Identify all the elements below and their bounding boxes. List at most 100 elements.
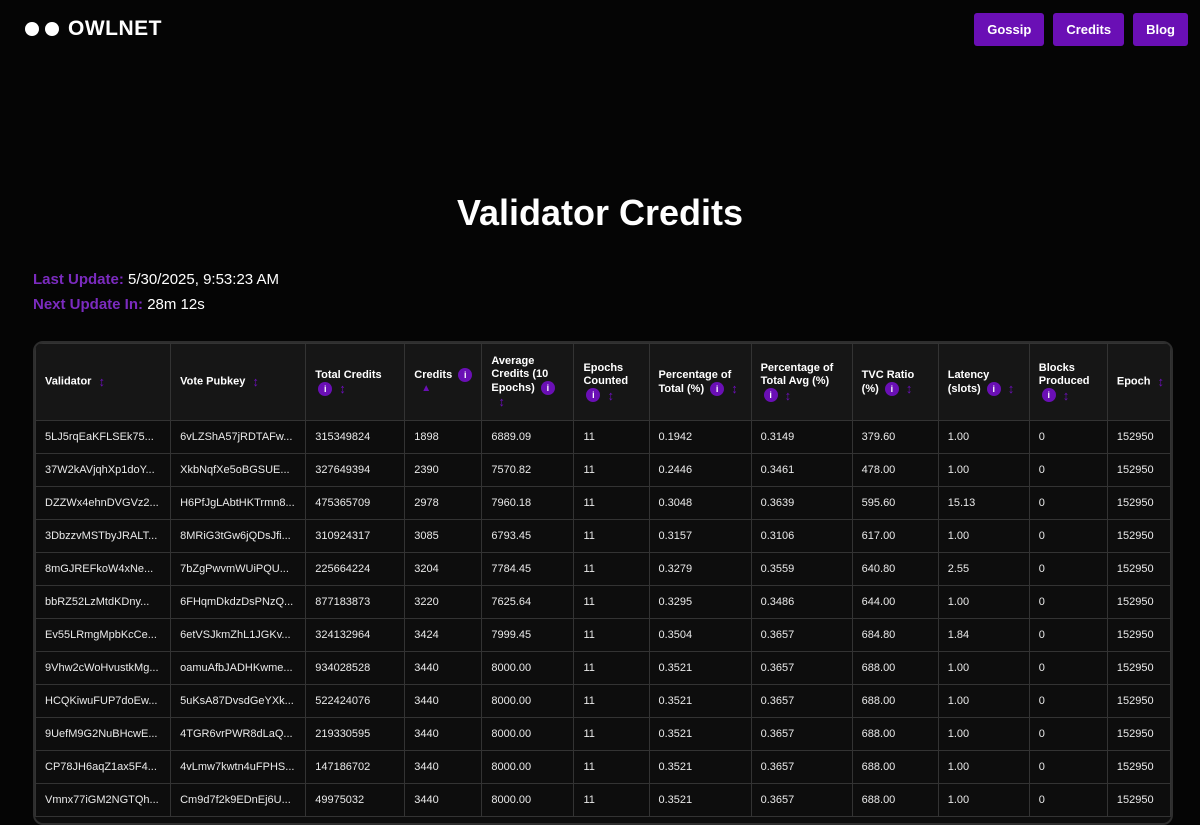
table-cell: 1.00: [937, 684, 1030, 718]
info-icon[interactable]: i: [986, 381, 1001, 396]
table-cell: 0.3157: [648, 519, 752, 553]
table-cell: 152950: [1106, 717, 1171, 751]
table-cell: 327649394: [305, 453, 406, 487]
table-cell: 0.3295: [648, 585, 752, 619]
table-cell: 688.00: [851, 717, 939, 751]
table-cell: 2.55: [937, 552, 1030, 586]
sort-ascending-icon[interactable]: ▲: [421, 383, 431, 394]
table-cell: 0.3521: [648, 684, 752, 718]
credits-table-container[interactable]: Validator ↕ Vote Pubkey ↕ Total Credits i ↕ Cr…: [33, 341, 1173, 825]
sort-icon[interactable]: ↕: [731, 381, 738, 396]
table-row[interactable]: 3DbzzvMSTbyJRALT... 8MRiG3tGw6jQDsJfi... 3…: [35, 519, 1171, 553]
table-cell: 315349824: [305, 420, 406, 454]
table-row[interactable]: 8mGJREFkoW4xNe... 7bZgPwvmWUiPQU... 225664…: [35, 552, 1171, 586]
sort-icon[interactable]: ↕: [906, 381, 913, 396]
sort-icon[interactable]: ↕: [1063, 388, 1070, 403]
table-cell: 6etVSJkmZhL1JGKv...: [170, 618, 307, 652]
table-cell: 5LJ5rqEaKFLSEk75...: [35, 420, 172, 454]
column-header-blocks-produced[interactable]: Blocks Produced i ↕: [1028, 343, 1108, 421]
table-cell: 3424: [404, 618, 483, 652]
column-header-label: Validator: [45, 375, 92, 388]
table-row[interactable]: 37W2kAVjqhXp1doY... XkbNqfXe5oBGSUE... 327…: [35, 453, 1171, 487]
sort-icon[interactable]: ↕: [785, 388, 792, 403]
nav-credits-button[interactable]: Credits: [1053, 13, 1125, 46]
column-header-label: Vote Pubkey: [180, 375, 246, 388]
sort-icon[interactable]: ↕: [1008, 381, 1015, 396]
sort-icon[interactable]: ↕: [98, 374, 105, 389]
last-update: Last Update: 5/30/2025, 9:53:23 AM: [33, 271, 279, 288]
column-header-tvc-ratio[interactable]: TVC Ratio (%) i ↕: [851, 343, 939, 421]
table-cell: 0.3486: [750, 585, 853, 619]
table-cell: 11: [573, 618, 650, 652]
column-header-percentage-of-total-avg[interactable]: Percentage of Total Avg (%) i ↕: [750, 343, 853, 421]
sort-icon[interactable]: ↕: [252, 374, 259, 389]
table-cell: 11: [573, 552, 650, 586]
nav-gossip-button[interactable]: Gossip: [974, 13, 1045, 46]
info-icon[interactable]: i: [1041, 388, 1056, 402]
table-cell: 11: [573, 783, 650, 817]
table-cell: 3440: [404, 783, 483, 817]
logo[interactable]: OWLNET: [25, 17, 162, 41]
table-cell: 49975032: [305, 783, 406, 817]
table-header-row: Validator ↕ Vote Pubkey ↕ Total Credits i ↕ Cr…: [35, 343, 1171, 421]
column-header-vote-pubkey[interactable]: Vote Pubkey ↕: [170, 343, 307, 421]
table-cell: 6vLZShA57jRDTAFw...: [170, 420, 307, 454]
column-header-epoch[interactable]: Epoch ↕: [1106, 343, 1171, 421]
table-cell: 1.00: [937, 453, 1030, 487]
table-cell: 9UefM9G2NuBHcwE...: [35, 717, 172, 751]
column-header-validator[interactable]: Validator ↕: [35, 343, 172, 421]
column-header-label: Average Credits (10 Epochs): [491, 355, 549, 395]
column-header-latency-slots[interactable]: Latency (slots) i ↕: [937, 343, 1030, 421]
table-cell: 617.00: [851, 519, 939, 553]
table-cell: 152950: [1106, 618, 1171, 652]
table-cell: 475365709: [305, 486, 406, 520]
column-header-credits[interactable]: Credits i ▲: [404, 343, 483, 421]
info-icon[interactable]: i: [586, 388, 601, 402]
table-cell: 8000.00: [481, 684, 575, 718]
table-cell: 11: [573, 519, 650, 553]
table-row[interactable]: bbRZ52LzMtdKDny... 6FHqmDkdzDsPNzQ... 8771…: [35, 585, 1171, 619]
table-row[interactable]: Vmnx77iGM2NGTQh... Cm9d7f2k9EDnEj6U... 499…: [35, 783, 1171, 817]
info-icon[interactable]: i: [458, 368, 473, 383]
table-row[interactable]: 9Vhw2cWoHvustkMg... oamuAfbJADHKwme... 934…: [35, 651, 1171, 685]
sort-icon[interactable]: ↕: [1157, 374, 1164, 389]
table-row[interactable]: 5LJ5rqEaKFLSEk75... 6vLZShA57jRDTAFw... 31…: [35, 420, 1171, 454]
table-cell: 2390: [404, 453, 483, 487]
info-icon[interactable]: i: [763, 388, 778, 402]
table-cell: 225664224: [305, 552, 406, 586]
table-cell: 0: [1028, 585, 1108, 619]
column-header-total-credits[interactable]: Total Credits i ↕: [305, 343, 406, 421]
column-header-percentage-of-total[interactable]: Percentage of Total (%) i ↕: [648, 343, 752, 421]
table-cell: 379.60: [851, 420, 939, 454]
table-cell: 7570.82: [481, 453, 575, 487]
table-row[interactable]: Ev55LRmgMpbKcCe... 6etVSJkmZhL1JGKv... 324…: [35, 618, 1171, 652]
table-cell: 11: [573, 684, 650, 718]
info-icon[interactable]: i: [710, 381, 725, 396]
table-cell: 8MRiG3tGw6jQDsJfi...: [170, 519, 307, 553]
table-row[interactable]: CP78JH6aqZ1ax5F4... 4vLmw7kwtn4uFPHS... 14…: [35, 750, 1171, 784]
table-cell: DZZWx4ehnDVGVz2...: [35, 486, 172, 520]
table-cell: CP78JH6aqZ1ax5F4...: [35, 750, 172, 784]
table-cell: 0.3657: [750, 783, 853, 817]
table-cell: 152950: [1106, 486, 1171, 520]
sort-icon[interactable]: ↕: [339, 381, 346, 396]
sort-icon[interactable]: ↕: [498, 394, 505, 409]
info-icon[interactable]: i: [540, 381, 555, 396]
table-cell: 684.80: [851, 618, 939, 652]
table-row[interactable]: DZZWx4ehnDVGVz2... H6PfJgLAbtHKTrmn8... 47…: [35, 486, 1171, 520]
info-icon[interactable]: i: [318, 381, 333, 396]
table-cell: 0.3149: [750, 420, 853, 454]
table-cell: XkbNqfXe5oBGSUE...: [170, 453, 307, 487]
table-cell: oamuAfbJADHKwme...: [170, 651, 307, 685]
sort-icon[interactable]: ↕: [607, 388, 614, 403]
table-row[interactable]: HCQKiwuFUP7doEw... 5uKsA87DvsdGeYXk... 522…: [35, 684, 1171, 718]
column-header-epochs-counted[interactable]: Epochs Counted i ↕: [573, 343, 650, 421]
info-icon[interactable]: i: [884, 381, 899, 396]
table-cell: HCQKiwuFUP7doEw...: [35, 684, 172, 718]
table-cell: 37W2kAVjqhXp1doY...: [35, 453, 172, 487]
column-header-average-credits-10-epochs[interactable]: Average Credits (10 Epochs) i ↕: [481, 343, 575, 421]
table-row[interactable]: 9UefM9G2NuBHcwE... 4TGR6vrPWR8dLaQ... 2193…: [35, 717, 1171, 751]
table-cell: 0.3657: [750, 750, 853, 784]
nav-blog-button[interactable]: Blog: [1133, 13, 1188, 46]
table-cell: 8000.00: [481, 750, 575, 784]
